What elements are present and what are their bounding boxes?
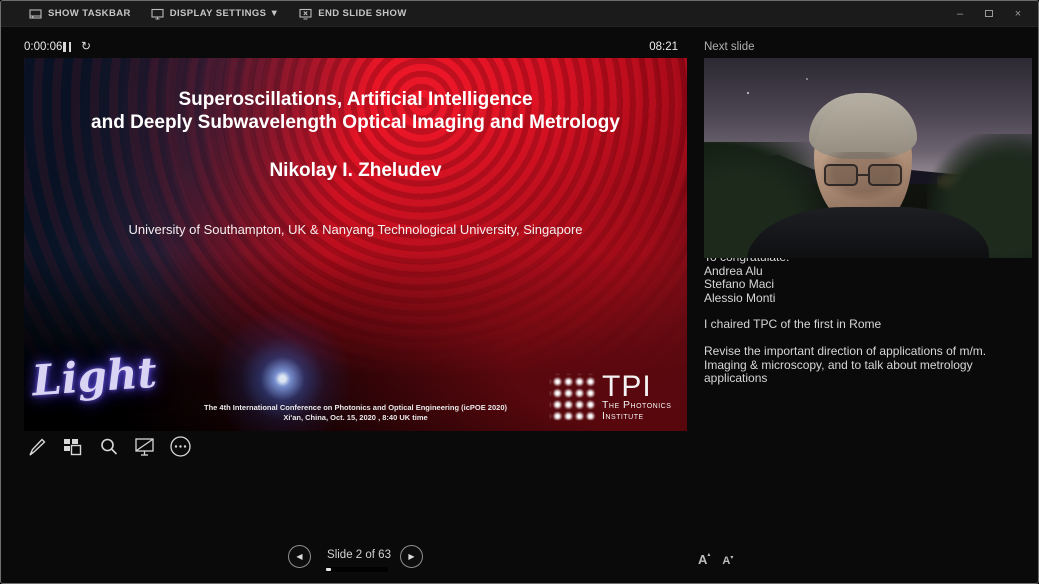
close-button[interactable]: ×	[1008, 5, 1028, 23]
slide-grid-icon	[62, 436, 84, 458]
tpi-abbr: TPI	[602, 374, 671, 400]
speaker-notes-panel[interactable]: To congratulate: Andrea Alu Stefano Maci…	[704, 251, 1029, 399]
current-slide-canvas[interactable]: Superoscillations, Artificial Intelligen…	[24, 58, 687, 431]
increase-text-button[interactable]: A ▴	[698, 552, 710, 567]
next-slide-label: Next slide	[704, 41, 755, 53]
magnifier-icon	[98, 436, 120, 458]
pen-tool-button[interactable]	[25, 434, 48, 459]
elapsed-timer: 0:00:06	[24, 41, 62, 53]
notes-font-controls: A ▴ A ▾	[698, 552, 733, 567]
pause-timer-button[interactable]	[63, 42, 71, 52]
progress-indicator	[326, 568, 331, 571]
zoom-slide-button[interactable]	[97, 434, 120, 459]
top-toolbar: SHOW TASKBAR DISPLAY SETTINGS ▼ END SLID…	[1, 1, 1038, 27]
presenter-glasses	[824, 164, 903, 186]
notes-paragraph: I chaired TPC of the first in Rome	[704, 318, 1029, 332]
light-journal-logo: Light	[30, 348, 158, 406]
webcam-video	[704, 58, 1032, 258]
show-taskbar-label: SHOW TASKBAR	[48, 8, 131, 19]
next-arrow-icon: ▶	[408, 552, 414, 561]
end-slide-show-button[interactable]: END SLIDE SHOW	[289, 1, 416, 26]
show-taskbar-button[interactable]: SHOW TASKBAR	[19, 1, 141, 26]
end-slide-show-icon	[299, 8, 312, 20]
increase-mark-icon: ▴	[707, 551, 710, 558]
slide-author: Nikolay I. Zheludev	[24, 160, 687, 182]
tpi-line2: Institute	[602, 411, 671, 422]
pen-icon	[26, 436, 48, 458]
decrease-mark-icon: ▾	[730, 554, 733, 561]
notes-paragraph: To congratulate: Andrea Alu Stefano Maci…	[704, 251, 1029, 305]
slide-counter-label: Slide 2 of 63	[323, 549, 395, 561]
restart-timer-button[interactable]: ↻	[81, 39, 91, 53]
more-options-button[interactable]	[169, 434, 192, 459]
minimize-button[interactable]: –	[950, 5, 970, 23]
prev-slide-button[interactable]: ◀	[288, 545, 311, 568]
decrease-text-button[interactable]: A ▾	[722, 555, 733, 567]
notes-paragraph: Revise the important direction of applic…	[704, 345, 1029, 386]
slide-title: Superoscillations, Artificial Intelligen…	[24, 88, 687, 134]
presenter-view-window: SHOW TASKBAR DISPLAY SETTINGS ▼ END SLID…	[0, 0, 1039, 584]
slide-progress-bar	[326, 567, 388, 572]
tpi-dots-icon	[550, 374, 595, 420]
ellipsis-icon	[169, 435, 192, 458]
maximize-button[interactable]	[979, 5, 999, 23]
black-screen-button[interactable]	[133, 434, 156, 459]
next-slide-button[interactable]: ▶	[400, 545, 423, 568]
display-settings-button[interactable]: DISPLAY SETTINGS ▼	[141, 1, 290, 26]
end-slide-show-label: END SLIDE SHOW	[318, 8, 406, 19]
window-controls: – ×	[950, 5, 1038, 23]
see-all-slides-button[interactable]	[61, 434, 84, 459]
star	[747, 92, 749, 94]
display-settings-icon	[151, 8, 164, 20]
slide-affiliation: University of Southampton, UK & Nanyang …	[24, 222, 687, 237]
star	[806, 78, 808, 80]
display-settings-label: DISPLAY SETTINGS ▼	[170, 8, 280, 19]
tpi-logo: TPI The Photonics Institute	[550, 374, 671, 422]
taskbar-icon	[29, 8, 42, 20]
clock-time: 08:21	[646, 41, 678, 53]
maximize-icon	[985, 10, 993, 17]
prev-arrow-icon: ◀	[296, 552, 302, 561]
pause-icon	[63, 42, 66, 52]
blank-screen-icon	[133, 436, 157, 458]
annotation-toolbar	[25, 434, 192, 459]
